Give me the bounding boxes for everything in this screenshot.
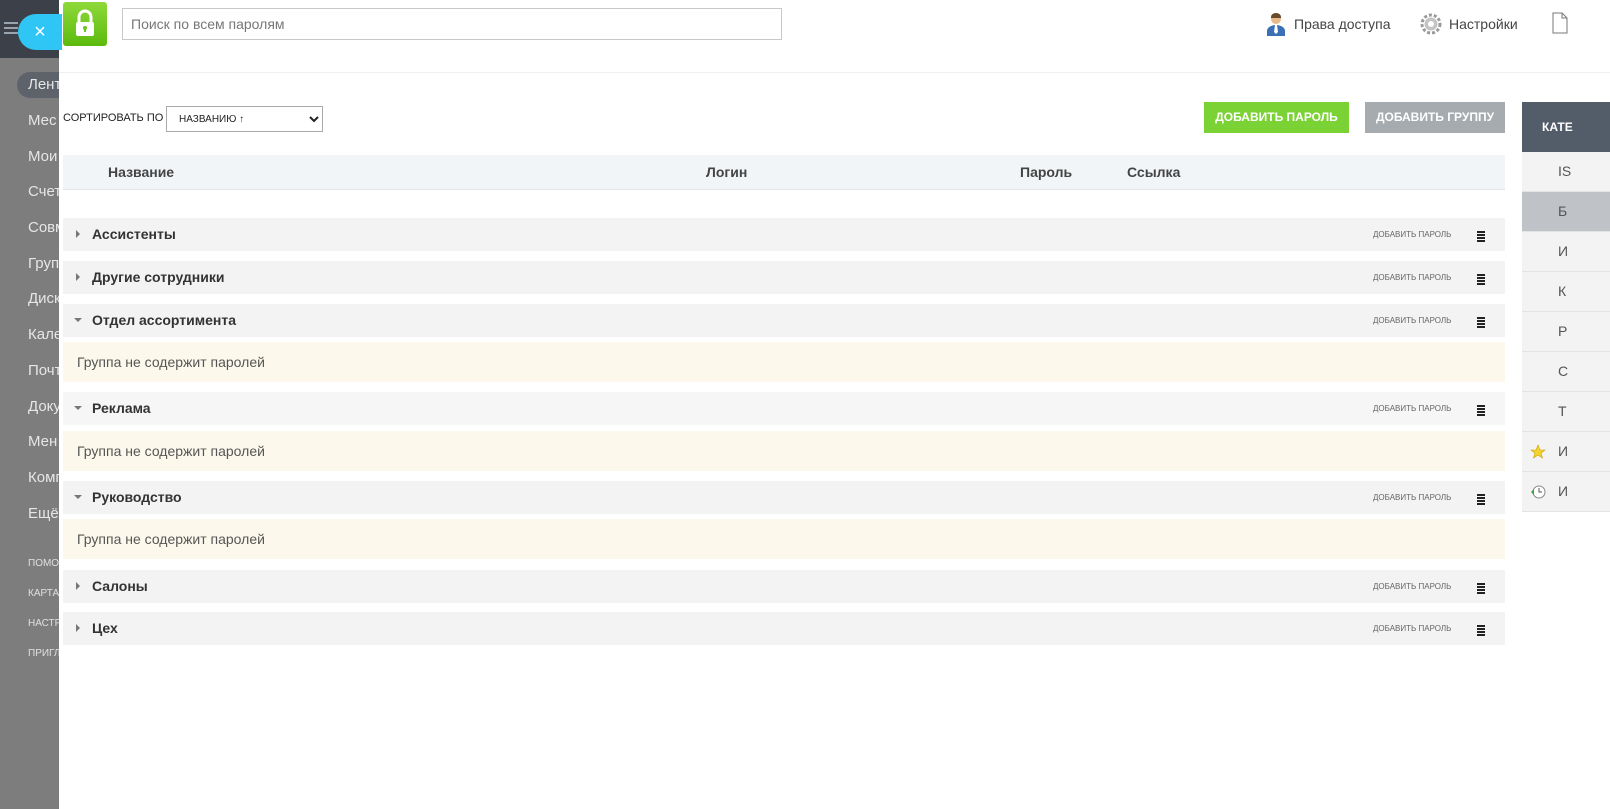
background-nav-item: Ещё xyxy=(28,504,59,522)
group-name: Отдел ассортимента xyxy=(92,312,236,328)
group-name: Реклама xyxy=(92,400,151,416)
categories-title: КАТЕ xyxy=(1522,102,1610,152)
menu-icon[interactable] xyxy=(1477,317,1485,329)
background-footer-item: НАСТР xyxy=(28,618,60,629)
menu-icon[interactable] xyxy=(1477,405,1485,417)
access-rights-link[interactable]: Права доступа xyxy=(1264,12,1390,36)
group-add-password-link[interactable]: ДОБАВИТЬ ПАРОЛЬ xyxy=(1373,316,1451,325)
panel-header: Права доступа Настройки xyxy=(59,0,1610,73)
group-row[interactable]: Другие сотрудники ДОБАВИТЬ ПАРОЛЬ xyxy=(63,261,1505,294)
group-add-password-link[interactable]: ДОБАВИТЬ ПАРОЛЬ xyxy=(1373,493,1451,502)
collapse-arrow-icon[interactable] xyxy=(74,495,82,499)
background-nav-item: Кале xyxy=(28,326,60,344)
expand-arrow-icon[interactable] xyxy=(76,624,80,632)
category-item-label: И xyxy=(1558,483,1569,499)
settings-link[interactable]: Настройки xyxy=(1419,12,1518,36)
menu-icon[interactable] xyxy=(1477,625,1485,637)
group-row[interactable]: Отдел ассортимента ДОБАВИТЬ ПАРОЛЬ xyxy=(63,304,1505,337)
group-add-password-link[interactable]: ДОБАВИТЬ ПАРОЛЬ xyxy=(1373,273,1451,282)
gear-icon xyxy=(1420,13,1442,35)
column-header-link[interactable]: Ссылка xyxy=(1127,164,1180,180)
category-item[interactable]: С xyxy=(1522,352,1610,392)
column-header-password[interactable]: Пароль xyxy=(1020,164,1072,180)
categories-panel: КАТЕ IS Б И К Р С Т И И xyxy=(1522,102,1610,512)
background-nav: Лент Мес Мои Счет Совм Груп Диск Кале По… xyxy=(0,72,88,535)
group-row[interactable]: Руководство ДОБАВИТЬ ПАРОЛЬ xyxy=(63,481,1505,514)
background-nav-item: Диск xyxy=(28,290,60,308)
close-button[interactable]: × xyxy=(18,14,62,50)
collapse-arrow-icon[interactable] xyxy=(74,318,82,322)
table-header: Название Логин Пароль Ссылка xyxy=(63,155,1505,190)
background-nav-item: Мес xyxy=(28,112,57,129)
group-row[interactable]: Реклама ДОБАВИТЬ ПАРОЛЬ xyxy=(63,392,1505,425)
sort-label: СОРТИРОВАТЬ ПО xyxy=(63,112,164,124)
group-empty-message: Группа не содержит паролей xyxy=(63,431,1505,471)
background-nav-item: Мои xyxy=(28,147,58,165)
group-row[interactable]: Ассистенты ДОБАВИТЬ ПАРОЛЬ xyxy=(63,218,1505,251)
background-footer-item: ПРИГЛ xyxy=(28,648,60,659)
background-nav-item: Доку xyxy=(28,397,60,415)
group-row[interactable]: Цех ДОБАВИТЬ ПАРОЛЬ xyxy=(63,612,1505,645)
passwords-panel: Права доступа Настройки СОРТИРОВАТЬ ПО Н… xyxy=(59,0,1610,809)
history-icon xyxy=(1531,485,1546,499)
expand-arrow-icon[interactable] xyxy=(76,230,80,238)
background-nav-item: Почт xyxy=(28,361,60,379)
background-nav-item: Счет xyxy=(28,183,60,201)
group-name: Цех xyxy=(92,620,118,636)
expand-arrow-icon[interactable] xyxy=(76,582,80,590)
collapse-arrow-icon[interactable] xyxy=(74,406,82,410)
menu-icon[interactable] xyxy=(1477,274,1485,286)
background-nav-item: Комп xyxy=(28,468,60,486)
category-item[interactable]: К xyxy=(1522,272,1610,312)
menu-icon[interactable] xyxy=(1477,494,1485,506)
lock-icon xyxy=(63,2,107,46)
menu-icon[interactable] xyxy=(1477,583,1485,595)
background-nav-footer: ПОМО КАРТА НАСТР ПРИГЛ xyxy=(0,556,60,676)
sort-select[interactable]: НАЗВАНИЮ ↑ xyxy=(166,106,323,132)
category-item-history[interactable]: И xyxy=(1522,472,1610,512)
expand-arrow-icon[interactable] xyxy=(76,273,80,281)
category-item[interactable]: Б xyxy=(1522,192,1610,232)
star-icon xyxy=(1530,444,1546,459)
group-name: Ассистенты xyxy=(92,226,176,242)
category-item[interactable]: IS xyxy=(1522,152,1610,192)
menu-icon xyxy=(4,22,18,34)
category-item-favorites[interactable]: И xyxy=(1522,432,1610,472)
add-password-button[interactable]: ДОБАВИТЬ ПАРОЛЬ xyxy=(1204,102,1349,133)
category-item[interactable]: Т xyxy=(1522,392,1610,432)
background-footer-item: ПОМО xyxy=(28,558,60,569)
background-footer-item: КАРТА xyxy=(28,588,60,599)
group-add-password-link[interactable]: ДОБАВИТЬ ПАРОЛЬ xyxy=(1373,582,1451,591)
add-group-button[interactable]: ДОБАВИТЬ ГРУППУ xyxy=(1365,102,1505,133)
group-name: Руководство xyxy=(92,489,182,505)
column-header-login[interactable]: Логин xyxy=(706,164,747,180)
group-add-password-link[interactable]: ДОБАВИТЬ ПАРОЛЬ xyxy=(1373,230,1451,239)
document-icon[interactable] xyxy=(1552,12,1568,39)
group-row[interactable]: Салоны ДОБАВИТЬ ПАРОЛЬ xyxy=(63,570,1505,603)
group-empty-message: Группа не содержит паролей xyxy=(63,342,1505,382)
group-add-password-link[interactable]: ДОБАВИТЬ ПАРОЛЬ xyxy=(1373,624,1451,633)
column-header-name[interactable]: Название xyxy=(108,164,174,180)
group-empty-message: Группа не содержит паролей xyxy=(63,519,1505,559)
group-name: Салоны xyxy=(92,578,148,594)
category-item[interactable]: И xyxy=(1522,232,1610,272)
background-nav-item: Груп xyxy=(28,254,60,272)
user-icon xyxy=(1267,13,1285,36)
background-nav-item: Мен xyxy=(28,433,58,451)
menu-icon[interactable] xyxy=(1477,231,1485,243)
access-rights-label: Права доступа xyxy=(1294,16,1391,32)
settings-label: Настройки xyxy=(1449,16,1518,32)
category-item[interactable]: Р xyxy=(1522,312,1610,352)
category-item-label: И xyxy=(1558,443,1569,459)
group-name: Другие сотрудники xyxy=(92,269,225,285)
search-input[interactable] xyxy=(122,8,782,40)
group-add-password-link[interactable]: ДОБАВИТЬ ПАРОЛЬ xyxy=(1373,404,1451,413)
background-nav-item: Совм xyxy=(28,219,60,237)
